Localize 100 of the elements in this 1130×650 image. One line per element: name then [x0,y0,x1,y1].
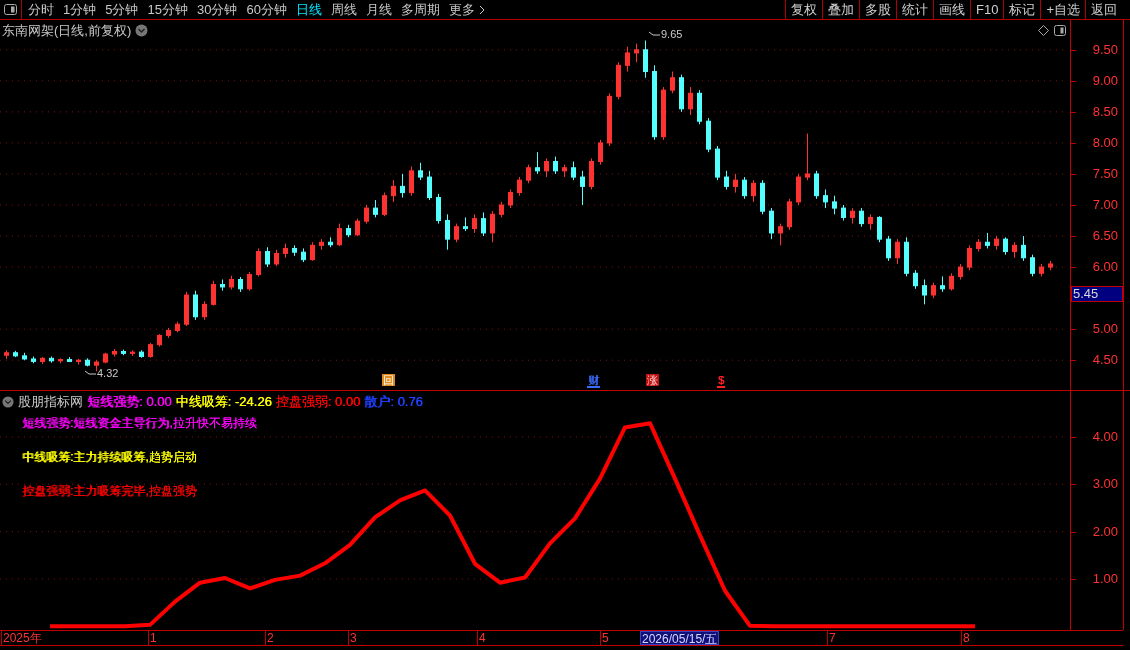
candlestick [508,188,513,209]
price-axis-label: 6.00 [1092,260,1118,274]
candlestick [778,223,783,246]
candlestick [886,235,891,262]
candlestick [634,43,639,63]
toolbar-button[interactable]: F10 [970,0,1004,20]
legend-note: 控盘强弱:主力吸筹完毕,控盘强势 [22,483,198,499]
diamond-icon[interactable] [1038,25,1049,36]
low-price-label: 4.32 [97,368,119,379]
indicator-reading: 短线强势: 0.00 [87,393,172,411]
price-axis-label: 9.50 [1092,42,1118,56]
candlestick [535,151,540,175]
legend-note: 短线强势:短线资金主导行为,拉升快不易持续 [22,415,257,431]
candlestick [625,46,630,73]
chevron-down-icon[interactable] [135,24,149,38]
candlestick [814,170,819,200]
candlestick [193,290,198,321]
price-axis-label: 4.50 [1092,353,1118,367]
date-axis-label: 4 [477,631,487,645]
toolbar-button[interactable]: 多股 [859,0,896,20]
candlestick [1021,235,1026,262]
candlestick [832,195,837,215]
candlestick [409,166,414,197]
period-tab[interactable]: 15分钟 [147,3,188,16]
candlestick [1030,254,1035,277]
date-axis-label: 2025年 [1,631,43,645]
chevron-right-icon [478,4,485,15]
candlestick [202,300,207,321]
candlestick [859,207,864,228]
toolbar-button[interactable]: 统计 [896,0,933,20]
indicator-reading: 控盘强弱: 0.00 [275,393,361,411]
period-tab[interactable]: 分时 [28,3,54,16]
indicator-reading: 中线吸筹: -24.26 [175,393,272,411]
period-tab[interactable]: 日线 [295,3,322,16]
current-price-tag: 5.45 [1071,286,1123,302]
candlestick [391,179,396,203]
candlestick [400,173,405,199]
candlestick [751,179,756,203]
candlestick [517,176,522,197]
toolbar-button[interactable]: +自选 [1040,0,1085,20]
candlestick [913,269,918,290]
toolbar-button[interactable]: 复权 [785,0,822,20]
period-tab[interactable]: 多周期 [400,3,440,16]
period-tab[interactable]: 更多 [448,3,485,16]
period-tab[interactable]: 5分钟 [105,3,139,16]
candlestick [310,241,315,262]
candlestick [211,280,216,307]
candlestick [454,223,459,243]
indicator-axis-label: 4.00 [1092,429,1118,443]
candlestick [688,86,693,116]
legend-note: 中线吸筹:主力持续吸筹,趋势启动 [22,449,198,465]
candlestick [382,192,387,217]
candlestick [895,238,900,265]
candlestick [265,246,270,268]
candlestick [643,39,648,79]
candlestick [256,247,261,277]
candlestick [769,207,774,240]
date-axis-label: 5 [600,631,610,645]
price-axis-label: 5.00 [1092,322,1118,336]
panel-toggle-icon[interactable] [4,4,17,15]
panel-toggle-icon[interactable] [1054,25,1066,36]
toolbar-button[interactable]: 叠加 [822,0,859,20]
toolbar-button[interactable]: 返回 [1085,0,1122,20]
period-tab[interactable]: 30分钟 [196,3,238,16]
indicator-reading: 散户: 0.76 [364,393,423,411]
candlestick [670,71,675,94]
date-axis-label: 7 [827,631,837,645]
period-tab[interactable]: 60分钟 [246,3,287,16]
candlestick [823,188,828,209]
toolbar-button[interactable]: 标记 [1003,0,1041,20]
candlestick [481,211,486,237]
indicator-axis-label: 2.00 [1092,524,1118,538]
date-axis-label: 3 [348,631,358,645]
candlestick [805,133,810,181]
candlestick [490,210,495,243]
chevron-down-icon[interactable] [2,395,14,408]
candlestick [598,139,603,166]
candlestick [445,213,450,251]
price-axis-label: 8.50 [1092,104,1118,118]
date-axis-label: 1 [148,631,158,645]
candlestick [526,164,531,184]
period-tab[interactable]: 周线 [330,3,357,16]
indicator-axis-label: 1.00 [1092,571,1118,585]
price-axis-label: 6.50 [1092,229,1118,243]
date-axis-label: 8 [961,631,971,645]
price-axis-label: 9.00 [1092,73,1118,87]
toolbar-button[interactable]: 画线 [933,0,970,20]
candlestick [427,170,432,201]
chart-title: 东南网架(日线,前复权) [2,22,132,40]
price-axis-label: 7.00 [1092,198,1118,211]
price-axis-label: 8.00 [1092,135,1118,149]
candlestick [571,161,576,181]
event-marker[interactable]: 涨 [646,374,659,386]
period-tab[interactable]: 月线 [365,3,392,16]
candlestick [364,204,369,225]
candlestick [967,244,972,271]
date-axis-label: 2 [265,631,275,645]
candlestick [742,176,747,200]
candlestick [724,170,729,190]
period-tab[interactable]: 1分钟 [63,3,97,16]
